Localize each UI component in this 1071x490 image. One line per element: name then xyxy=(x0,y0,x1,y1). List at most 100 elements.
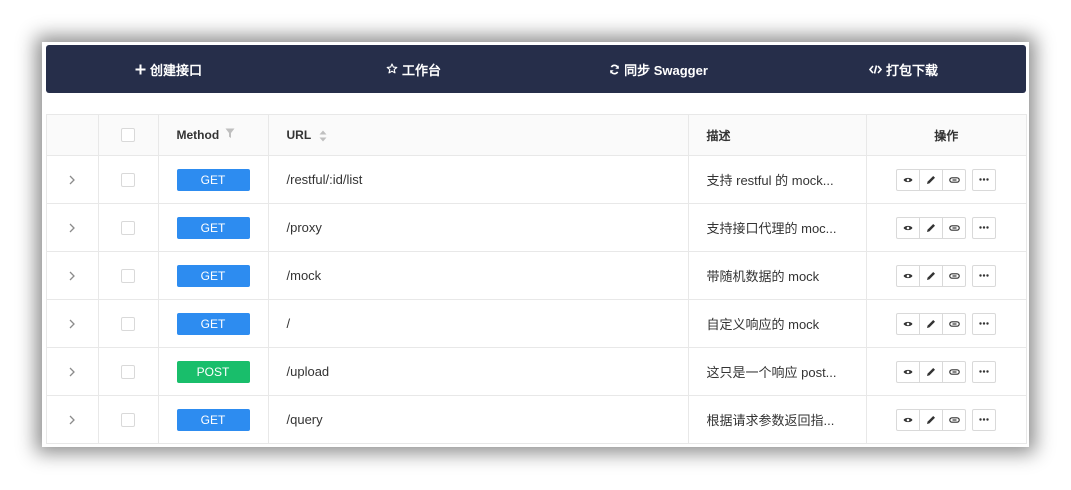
url-header-label: URL xyxy=(286,128,311,142)
select-cell xyxy=(98,395,159,444)
ellipsis-icon xyxy=(979,178,989,181)
ellipsis-icon xyxy=(979,322,989,325)
eye-icon xyxy=(903,416,913,424)
select-cell xyxy=(98,299,159,348)
method-cell: POST xyxy=(158,347,269,396)
create-api-button[interactable]: 创建接口 xyxy=(46,60,291,79)
expand-cell xyxy=(47,155,99,204)
row-checkbox[interactable] xyxy=(121,173,135,188)
chevron-right-icon[interactable] xyxy=(68,221,76,236)
eye-icon xyxy=(903,368,913,376)
expand-cell xyxy=(47,251,99,300)
table-row: POST /upload 这只是一个响应 post... xyxy=(47,347,1026,396)
preview-button[interactable] xyxy=(896,264,921,287)
more-button[interactable] xyxy=(972,312,997,335)
edit-button[interactable] xyxy=(919,168,944,191)
eye-icon xyxy=(903,224,913,232)
link-icon xyxy=(948,272,960,279)
desc-cell: 自定义响应的 mock xyxy=(688,299,867,348)
expand-header xyxy=(47,115,99,156)
action-button-group xyxy=(896,168,967,191)
row-checkbox[interactable] xyxy=(121,317,135,332)
preview-button[interactable] xyxy=(896,216,921,239)
copy-link-button[interactable] xyxy=(942,168,967,191)
url-cell: /upload xyxy=(268,347,689,396)
edit-button[interactable] xyxy=(919,216,944,239)
sort-icon[interactable] xyxy=(319,130,327,142)
more-button[interactable] xyxy=(972,360,997,383)
ops-cell xyxy=(866,299,1026,348)
edit-button[interactable] xyxy=(919,312,944,335)
download-package-button[interactable]: 打包下载 xyxy=(781,60,1026,79)
row-checkbox[interactable] xyxy=(121,269,135,284)
more-button[interactable] xyxy=(972,168,997,191)
link-icon xyxy=(948,368,960,375)
table-row: GET /proxy 支持接口代理的 moc... xyxy=(47,203,1026,252)
copy-link-button[interactable] xyxy=(942,360,967,383)
url-header[interactable]: URL xyxy=(268,115,689,156)
chevron-right-icon[interactable] xyxy=(68,173,76,188)
ops-header-label: 操作 xyxy=(934,128,959,143)
workbench-button[interactable]: 工作台 xyxy=(291,60,536,79)
select-cell xyxy=(98,203,159,252)
desc-header: 描述 xyxy=(688,115,867,156)
sync-icon xyxy=(609,64,620,75)
chevron-right-icon[interactable] xyxy=(68,365,76,380)
select-cell xyxy=(98,155,159,204)
select-all-header xyxy=(98,115,159,156)
ellipsis-icon xyxy=(979,226,989,229)
edit-button[interactable] xyxy=(919,264,944,287)
preview-button[interactable] xyxy=(896,408,921,431)
action-button-group xyxy=(896,264,967,287)
url-cell: / xyxy=(268,299,689,348)
more-button[interactable] xyxy=(972,264,997,287)
url-cell: /restful/:id/list xyxy=(268,155,689,204)
method-header-label: Method xyxy=(176,127,220,142)
ellipsis-icon xyxy=(979,418,989,421)
url-cell: /query xyxy=(268,395,689,444)
method-tag: POST xyxy=(176,360,250,383)
ops-header: 操作 xyxy=(866,115,1026,156)
row-checkbox[interactable] xyxy=(121,365,135,380)
row-checkbox[interactable] xyxy=(121,413,135,428)
copy-link-button[interactable] xyxy=(942,264,967,287)
more-button[interactable] xyxy=(972,408,997,431)
pencil-icon xyxy=(926,175,936,185)
select-all-checkbox[interactable] xyxy=(121,128,135,143)
url-cell: /proxy xyxy=(268,203,689,252)
edit-button[interactable] xyxy=(919,360,944,383)
pencil-icon xyxy=(926,319,936,329)
table-row: GET / 自定义响应的 mock xyxy=(47,299,1026,348)
table-row: GET /query 根据请求参数返回指... xyxy=(47,395,1026,444)
eye-icon xyxy=(903,272,913,280)
more-button[interactable] xyxy=(972,216,997,239)
preview-button[interactable] xyxy=(896,168,921,191)
expand-cell xyxy=(47,395,99,444)
pencil-icon xyxy=(926,367,936,377)
copy-link-button[interactable] xyxy=(942,216,967,239)
chevron-right-icon[interactable] xyxy=(68,317,76,332)
workbench-label: 工作台 xyxy=(401,62,441,78)
eye-icon xyxy=(903,320,913,328)
filter-icon[interactable] xyxy=(225,128,235,142)
link-icon xyxy=(948,320,960,327)
row-checkbox[interactable] xyxy=(121,221,135,236)
method-cell: GET xyxy=(158,299,269,348)
copy-link-button[interactable] xyxy=(942,408,967,431)
select-cell xyxy=(98,347,159,396)
method-cell: GET xyxy=(158,155,269,204)
chevron-right-icon[interactable] xyxy=(68,413,76,428)
method-cell: GET xyxy=(158,251,269,300)
preview-button[interactable] xyxy=(896,312,921,335)
method-tag: GET xyxy=(176,408,250,431)
ops-cell xyxy=(866,347,1026,396)
edit-button[interactable] xyxy=(919,408,944,431)
preview-button[interactable] xyxy=(896,360,921,383)
chevron-right-icon[interactable] xyxy=(68,269,76,284)
sync-swagger-button[interactable]: 同步 Swagger xyxy=(536,60,781,79)
eye-icon xyxy=(903,176,913,184)
desc-cell: 根据请求参数返回指... xyxy=(688,395,867,444)
copy-link-button[interactable] xyxy=(942,312,967,335)
expand-cell xyxy=(47,299,99,348)
ops-cell xyxy=(866,251,1026,300)
